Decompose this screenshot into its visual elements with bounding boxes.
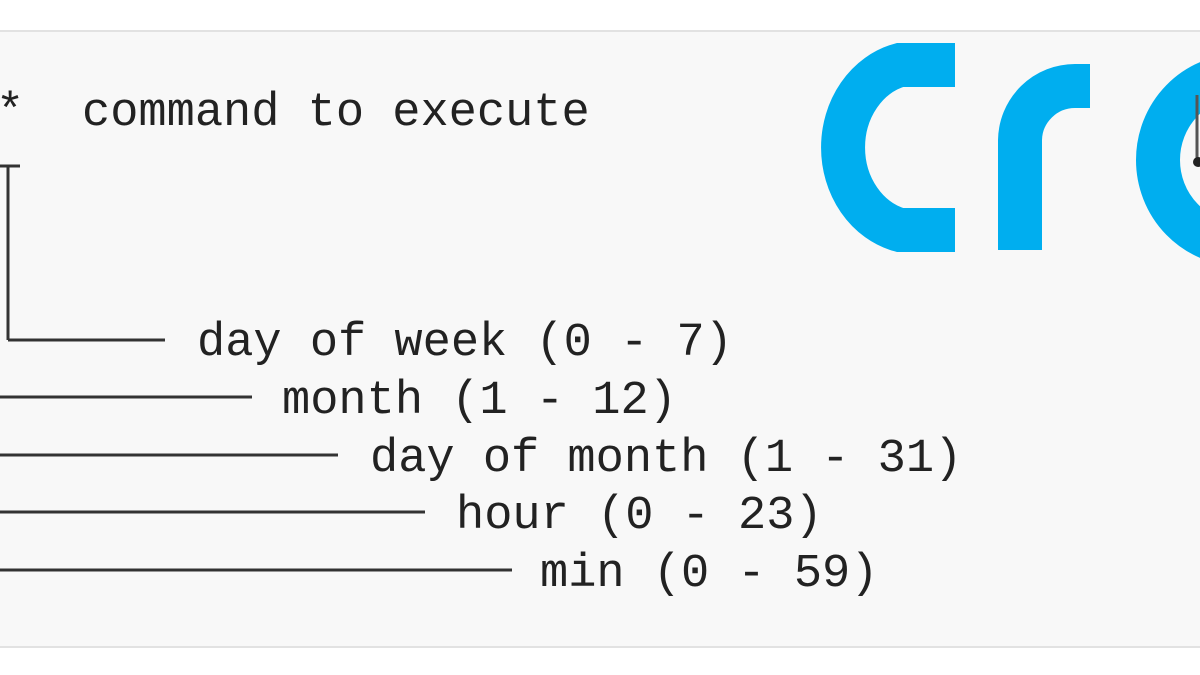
command-label: command to execute	[82, 87, 590, 140]
clock-center	[1193, 157, 1200, 167]
field-hour: hour (0 - 23)	[456, 490, 823, 543]
field-day-of-week: day of week (0 - 7)	[197, 317, 733, 370]
field-month: month (1 - 12)	[282, 375, 677, 428]
logo-letter-r	[998, 64, 1090, 250]
cron-logo	[821, 43, 1200, 258]
asterisk: *	[0, 90, 24, 137]
field-min: min (0 - 59)	[540, 548, 879, 601]
logo-letter-c	[821, 43, 955, 252]
field-day-of-month: day of month (1 - 31)	[370, 433, 963, 486]
